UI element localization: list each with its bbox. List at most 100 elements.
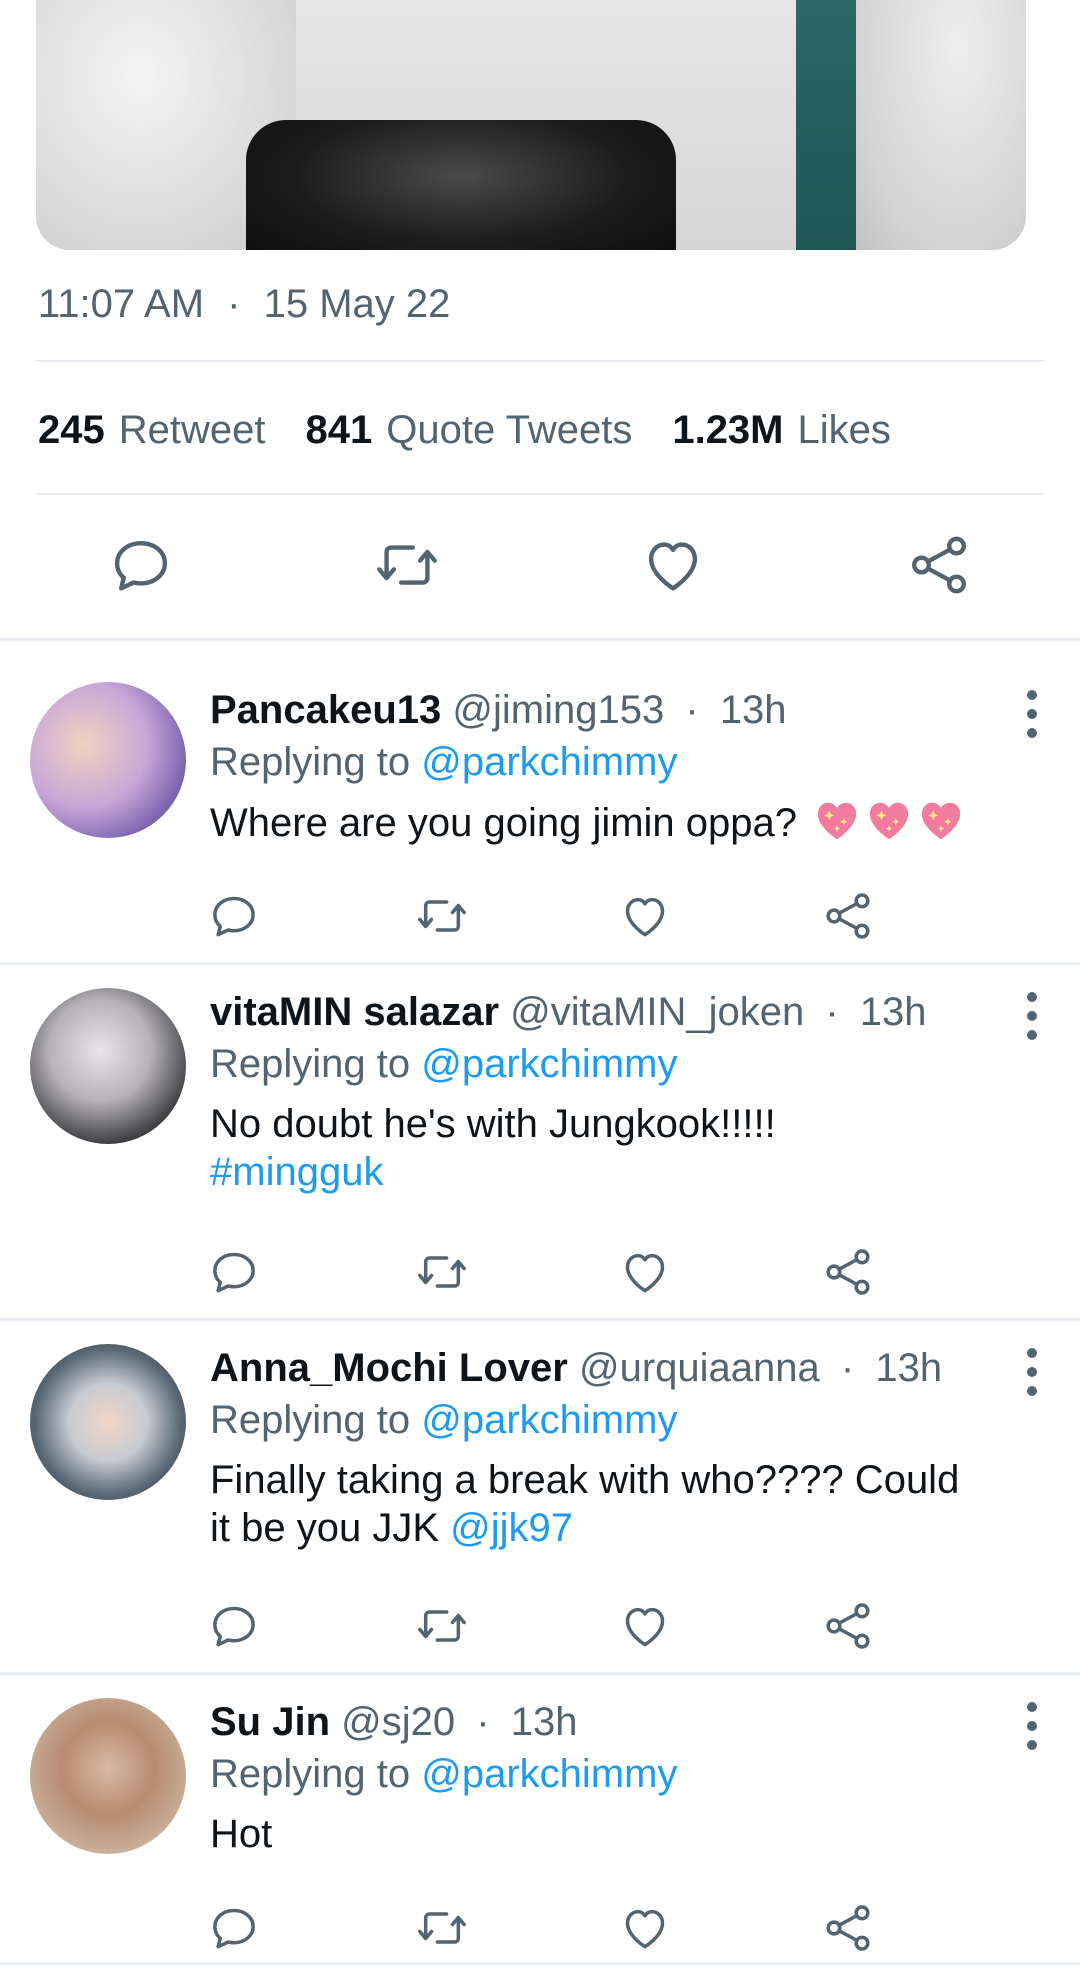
heart-icon[interactable] bbox=[617, 1244, 673, 1300]
replying-to: Replying to @parkchimmy bbox=[210, 1398, 677, 1443]
mention-link[interactable]: @parkchimmy bbox=[421, 1752, 677, 1796]
display-name[interactable]: vitaMIN salazar bbox=[210, 990, 499, 1034]
retweet-icon[interactable] bbox=[372, 530, 442, 600]
mention-link[interactable]: @parkchimmy bbox=[421, 1398, 677, 1442]
replying-prefix: Replying to bbox=[210, 1752, 411, 1796]
reply-header: vitaMIN salazar @vitaMIN_joken · 13h bbox=[210, 990, 927, 1035]
replying-prefix: Replying to bbox=[210, 1042, 411, 1086]
reply-action-bar bbox=[0, 1598, 1080, 1654]
mention-link[interactable]: @parkchimmy bbox=[421, 740, 677, 784]
retweet-icon[interactable] bbox=[414, 888, 470, 944]
separator: · bbox=[476, 1700, 490, 1744]
heart-icon[interactable] bbox=[638, 530, 708, 600]
reply-body: No doubt he's with Jungkook!!!!! bbox=[210, 1102, 776, 1146]
tweet-action-bar bbox=[0, 530, 1080, 600]
reply-icon[interactable] bbox=[206, 1900, 262, 1956]
separator: · bbox=[685, 688, 699, 732]
photo-region bbox=[246, 120, 676, 250]
likes-label[interactable]: Likes bbox=[798, 408, 891, 453]
replying-prefix: Replying to bbox=[210, 740, 411, 784]
tweet-stats: 245 Retweet 841 Quote Tweets 1.23M Likes bbox=[38, 408, 931, 453]
reply-body-text: it be you JJK bbox=[210, 1506, 440, 1550]
more-vertical-icon[interactable] bbox=[1024, 992, 1040, 1040]
likes-count[interactable]: 1.23M bbox=[672, 408, 783, 453]
replying-prefix: Replying to bbox=[210, 1398, 411, 1442]
quotes-label[interactable]: Quote Tweets bbox=[386, 408, 632, 453]
divider bbox=[36, 360, 1044, 362]
reply-time: 13h bbox=[875, 1346, 943, 1390]
reply-icon[interactable] bbox=[106, 530, 176, 600]
mention-link[interactable]: @parkchimmy bbox=[421, 1042, 677, 1086]
sparkling-heart-emoji bbox=[814, 798, 860, 842]
reply-tweet[interactable]: vitaMIN salazar @vitaMIN_joken · 13h Rep… bbox=[0, 964, 1080, 1318]
photo-region bbox=[856, 0, 1026, 250]
avatar[interactable] bbox=[30, 1698, 186, 1854]
mention-link[interactable]: @jjk97 bbox=[450, 1506, 573, 1550]
display-name[interactable]: Pancakeu13 bbox=[210, 688, 441, 732]
share-icon[interactable] bbox=[820, 888, 876, 944]
reply-header: Su Jin @sj20 · 13h bbox=[210, 1700, 577, 1745]
retweets-count[interactable]: 245 bbox=[38, 408, 105, 453]
tweet-time: 11:07 AM bbox=[38, 282, 205, 326]
reply-text: Finally taking a break with who???? Coul… bbox=[210, 1456, 1030, 1552]
reply-tweet[interactable]: Anna_Mochi Lover @urquiaanna · 13h Reply… bbox=[0, 1320, 1080, 1672]
reply-body: Hot bbox=[210, 1812, 273, 1856]
more-vertical-icon[interactable] bbox=[1024, 1348, 1040, 1396]
user-handle[interactable]: @jiming153 bbox=[452, 688, 664, 732]
sparkling-heart-emoji bbox=[866, 798, 912, 842]
reply-body-line: it be you JJK @jjk97 bbox=[210, 1504, 1030, 1552]
retweets-label[interactable]: Retweet bbox=[119, 408, 266, 453]
user-handle[interactable]: @vitaMIN_joken bbox=[510, 990, 804, 1034]
replying-to: Replying to @parkchimmy bbox=[210, 740, 677, 785]
reply-action-bar bbox=[0, 888, 1080, 944]
user-handle[interactable]: @sj20 bbox=[341, 1700, 455, 1744]
display-name[interactable]: Su Jin bbox=[210, 1700, 330, 1744]
tweet-date: 15 May 22 bbox=[263, 282, 451, 326]
reply-action-bar bbox=[0, 1900, 1080, 1956]
separator: · bbox=[840, 1346, 855, 1390]
tweet-timestamp: 11:07 AM · 15 May 22 bbox=[38, 282, 450, 327]
divider bbox=[0, 1962, 1080, 1965]
reply-body: Where are you going jimin oppa? bbox=[210, 801, 798, 845]
share-icon[interactable] bbox=[820, 1598, 876, 1654]
reply-body-line: Finally taking a break with who???? Coul… bbox=[210, 1458, 960, 1502]
share-icon[interactable] bbox=[820, 1900, 876, 1956]
tweet-detail-screen: 11:07 AM · 15 May 22 245 Retweet 841 Quo… bbox=[0, 0, 1080, 1978]
reply-text: Where are you going jimin oppa? bbox=[210, 798, 1030, 847]
reply-icon[interactable] bbox=[206, 1244, 262, 1300]
retweet-icon[interactable] bbox=[414, 1244, 470, 1300]
reply-text: Hot bbox=[210, 1810, 1030, 1858]
replying-to: Replying to @parkchimmy bbox=[210, 1042, 677, 1087]
avatar[interactable] bbox=[30, 1344, 186, 1500]
display-name[interactable]: Anna_Mochi Lover bbox=[210, 1346, 568, 1390]
reply-tweet[interactable]: Pancakeu13 @jiming153 · 13h Replying to … bbox=[0, 640, 1080, 962]
reply-text: No doubt he's with Jungkook!!!!! #minggu… bbox=[210, 1100, 1030, 1196]
user-handle[interactable]: @urquiaanna bbox=[579, 1346, 820, 1390]
heart-icon[interactable] bbox=[617, 1598, 673, 1654]
more-vertical-icon[interactable] bbox=[1024, 1702, 1040, 1750]
hashtag-link[interactable]: #mingguk bbox=[210, 1148, 1030, 1196]
more-vertical-icon[interactable] bbox=[1024, 690, 1040, 738]
avatar[interactable] bbox=[30, 988, 186, 1144]
separator: · bbox=[825, 990, 839, 1034]
retweet-icon[interactable] bbox=[414, 1598, 470, 1654]
tweet-photo[interactable] bbox=[36, 0, 1026, 250]
replying-to: Replying to @parkchimmy bbox=[210, 1752, 677, 1797]
share-icon[interactable] bbox=[904, 530, 974, 600]
heart-icon[interactable] bbox=[617, 1900, 673, 1956]
divider bbox=[36, 493, 1044, 495]
sparkling-heart-emoji bbox=[918, 798, 964, 842]
reply-icon[interactable] bbox=[206, 888, 262, 944]
reply-time: 13h bbox=[859, 990, 927, 1034]
share-icon[interactable] bbox=[820, 1244, 876, 1300]
avatar[interactable] bbox=[30, 682, 186, 838]
reply-header: Pancakeu13 @jiming153 · 13h bbox=[210, 688, 787, 733]
retweet-icon[interactable] bbox=[414, 1900, 470, 1956]
reply-tweet[interactable]: Su Jin @sj20 · 13h Replying to @parkchim… bbox=[0, 1674, 1080, 1974]
quotes-count[interactable]: 841 bbox=[306, 408, 373, 453]
reply-header: Anna_Mochi Lover @urquiaanna · 13h bbox=[210, 1346, 942, 1391]
reply-action-bar bbox=[0, 1244, 1080, 1300]
reply-icon[interactable] bbox=[206, 1598, 262, 1654]
heart-icon[interactable] bbox=[617, 888, 673, 944]
reply-time: 13h bbox=[510, 1700, 578, 1744]
